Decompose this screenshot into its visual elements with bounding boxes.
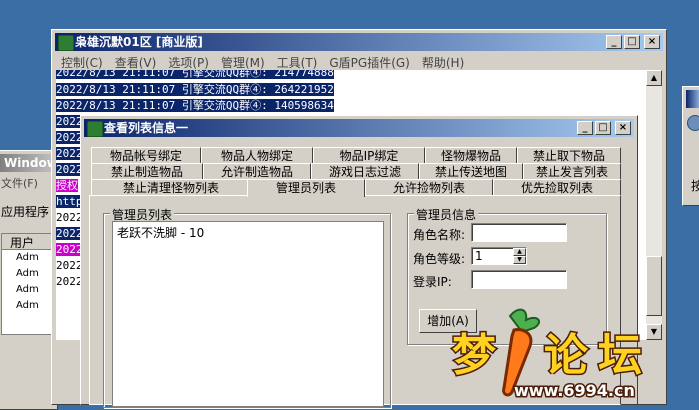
watermark-url: www.6994.cn [514, 381, 635, 400]
right-window-icon [687, 115, 699, 131]
menu-tools[interactable]: 工具(T) [271, 52, 324, 70]
log-line: 2022/8/13 21:11:07 引擎交流QQ群④: 140598634 [56, 99, 334, 112]
tab-priority-pickup-list[interactable]: 优先捡取列表 [493, 179, 621, 195]
spin-up-button[interactable]: ▲ [513, 248, 526, 256]
tab-forbid-clear-monster[interactable]: 禁止清理怪物列表 [91, 179, 251, 195]
tab-item-account-bind[interactable]: 物品帐号绑定 [91, 147, 201, 163]
login-ip-input[interactable] [471, 270, 567, 289]
admin-info-label: 管理员信息 [414, 206, 479, 223]
minimize-button[interactable]: _ [606, 35, 622, 49]
role-name-input[interactable] [471, 223, 567, 242]
menu-options[interactable]: 选项(P) [162, 52, 215, 70]
dialog-maximize-button[interactable]: □ [595, 121, 611, 135]
menu-control[interactable]: 控制(C) [55, 52, 109, 70]
menu-view[interactable]: 查看(V) [109, 52, 163, 70]
right-window: 按 [682, 86, 699, 206]
tab-allow-pickup-list[interactable]: 允许捡物列表 [365, 179, 493, 195]
log-line: 2022/8/13 21:11:07 引擎交流QQ群④: 264221952 [56, 83, 334, 96]
left-window-title: Windows [4, 156, 54, 170]
dialog-icon [87, 121, 103, 137]
tab-game-log-filter[interactable]: 游戏日志过滤 [311, 163, 419, 179]
watermark-char-4: 坛 [598, 330, 642, 381]
admin-list-group: 管理员列表 老跃不洗脚 - 10 [103, 206, 391, 408]
dialog-close-button[interactable]: × [615, 121, 631, 135]
role-level-label: 角色等级: [413, 252, 466, 266]
right-window-label: 按 [691, 179, 699, 193]
left-window-titlebar[interactable]: Windows [0, 154, 54, 172]
menu-gdun-plugin[interactable]: G盾PG插件(G) [323, 52, 416, 70]
watermark-char-1: 梦 [452, 330, 496, 381]
left-window-section: 应用程序 [1, 205, 50, 219]
left-menu-file[interactable]: 文件(F) [1, 177, 38, 190]
tab-forbid-craft[interactable]: 禁止制造物品 [91, 163, 203, 179]
user-list: 用户 Adm Adm Adm Adm [1, 233, 57, 335]
user-row[interactable]: Adm [2, 298, 56, 314]
user-row[interactable]: Adm [2, 266, 56, 282]
maximize-button[interactable]: □ [624, 35, 640, 49]
admin-list-item[interactable]: 老跃不洗脚 - 10 [113, 222, 383, 243]
close-button[interactable]: × [644, 35, 660, 49]
right-window-titlebar[interactable] [686, 90, 699, 108]
spin-down-button[interactable]: ▼ [513, 256, 526, 264]
log-line: 2022/8/13 21:11:07 引擎交流QQ群④: 214774888 [56, 70, 646, 82]
app-icon [58, 35, 74, 51]
login-ip-label: 登录IP: [413, 275, 452, 289]
role-level-spinner[interactable]: ▲ ▼ [513, 248, 526, 264]
admin-listbox[interactable]: 老跃不洗脚 - 10 [112, 221, 384, 407]
tab-forbid-chat-list[interactable]: 禁止发言列表 [523, 163, 621, 179]
scroll-up-button[interactable]: ▲ [646, 70, 662, 86]
tab-forbid-teleport-map[interactable]: 禁止传送地图 [419, 163, 523, 179]
watermark-svg: 梦 论 坛 www.6994.cn [451, 308, 644, 402]
user-row[interactable]: Adm [2, 250, 56, 266]
watermark-char-3: 论 [544, 330, 589, 381]
dialog-title: 查看列表信息一 [104, 121, 189, 135]
log-scrollbar[interactable]: ▲ ▼ [646, 70, 662, 340]
role-name-label: 角色名称: [413, 228, 466, 242]
dialog-titlebar[interactable]: 查看列表信息一 _ □ × [84, 119, 634, 137]
role-level-value: 1 [475, 249, 483, 263]
tab-allow-craft[interactable]: 允许制造物品 [203, 163, 311, 179]
tab-monster-drop[interactable]: 怪物爆物品 [425, 147, 517, 163]
left-window-menu: 文件(F) [1, 175, 38, 191]
user-column-header[interactable]: 用户 [2, 234, 56, 250]
menu-help[interactable]: 帮助(H) [416, 52, 470, 70]
main-title: 枭雄沉默01区 [商业版] [75, 35, 203, 49]
forum-watermark-logo: 梦 论 坛 www.6994.cn [448, 306, 688, 402]
tab-item-character-bind[interactable]: 物品人物绑定 [201, 147, 313, 163]
left-window: Windows 文件(F) 应用程序 用户 Adm Adm Adm Adm Hu… [0, 150, 83, 410]
dialog-minimize-button[interactable]: _ [577, 121, 593, 135]
main-titlebar[interactable]: 枭雄沉默01区 [商业版] _ □ × [55, 33, 663, 51]
tab-admin-list[interactable]: 管理员列表 [247, 179, 365, 197]
user-row[interactable]: Adm [2, 282, 56, 298]
main-menubar: 控制(C) 查看(V) 选项(P) 管理(M) 工具(T) G盾PG插件(G) … [55, 52, 663, 70]
menu-manage[interactable]: 管理(M) [215, 52, 271, 70]
tab-item-ip-bind[interactable]: 物品IP绑定 [313, 147, 425, 163]
tab-forbid-remove-item[interactable]: 禁止取下物品 [517, 147, 621, 163]
